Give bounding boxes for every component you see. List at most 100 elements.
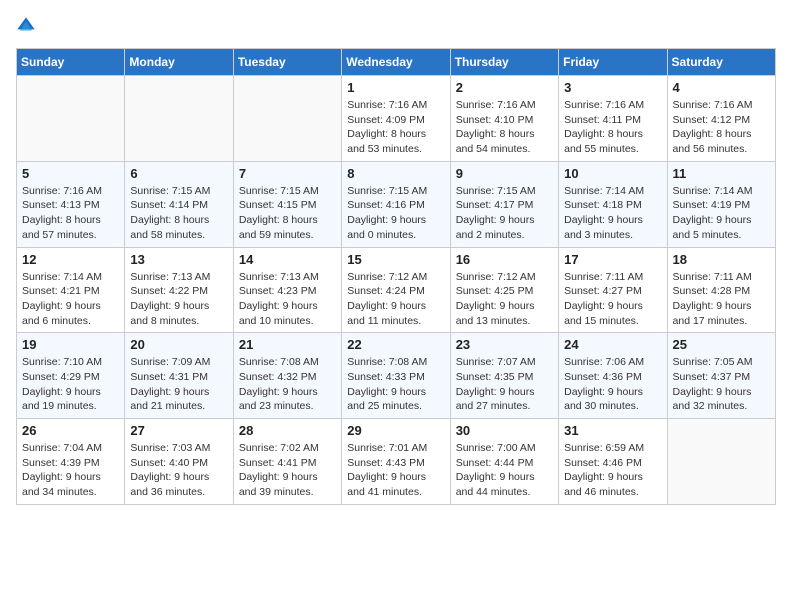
day-info: Sunrise: 7:14 AM Sunset: 4:19 PM Dayligh…	[673, 184, 770, 243]
calendar-weekday-tuesday: Tuesday	[233, 49, 341, 76]
day-number: 31	[564, 423, 661, 438]
calendar-cell	[125, 76, 233, 162]
calendar-cell: 13Sunrise: 7:13 AM Sunset: 4:22 PM Dayli…	[125, 247, 233, 333]
calendar-cell: 9 Sunrise: 7:15 AM Sunset: 4:17 PM Daylig…	[450, 161, 558, 247]
day-info: Sunrise: 7:11 AM Sunset: 4:27 PM Dayligh…	[564, 270, 661, 329]
day-number: 22	[347, 337, 444, 352]
day-info: Sunrise: 7:06 AM Sunset: 4:36 PM Dayligh…	[564, 355, 661, 414]
day-info: Sunrise: 7:12 AM Sunset: 4:24 PM Dayligh…	[347, 270, 444, 329]
calendar-week-row: 5 Sunrise: 7:16 AM Sunset: 4:13 PM Daylig…	[17, 161, 776, 247]
day-info: Sunrise: 7:00 AM Sunset: 4:44 PM Dayligh…	[456, 441, 553, 500]
calendar-week-row: 26 Sunrise: 7:04 AM Sunset: 4:39 PM Dayli…	[17, 419, 776, 505]
day-number: 26	[22, 423, 119, 438]
day-number: 25	[673, 337, 770, 352]
calendar-cell: 1 Sunrise: 7:16 AM Sunset: 4:09 PM Daylig…	[342, 76, 450, 162]
calendar-weekday-saturday: Saturday	[667, 49, 775, 76]
day-number: 4	[673, 80, 770, 95]
calendar-cell: 10 Sunrise: 7:14 AM Sunset: 4:18 PM Dayli…	[559, 161, 667, 247]
calendar-cell: 20 Sunrise: 7:09 AM Sunset: 4:31 PM Dayli…	[125, 333, 233, 419]
calendar-cell: 12Sunrise: 7:14 AM Sunset: 4:21 PM Dayli…	[17, 247, 125, 333]
calendar-cell: 21 Sunrise: 7:08 AM Sunset: 4:32 PM Dayli…	[233, 333, 341, 419]
day-number: 29	[347, 423, 444, 438]
calendar-cell	[667, 419, 775, 505]
calendar-cell: 8Sunrise: 7:15 AM Sunset: 4:16 PM Daylig…	[342, 161, 450, 247]
day-info: Sunrise: 7:03 AM Sunset: 4:40 PM Dayligh…	[130, 441, 227, 500]
calendar-week-row: 1 Sunrise: 7:16 AM Sunset: 4:09 PM Daylig…	[17, 76, 776, 162]
calendar-cell: 19 Sunrise: 7:10 AM Sunset: 4:29 PM Dayli…	[17, 333, 125, 419]
day-number: 7	[239, 166, 336, 181]
calendar-cell: 14 Sunrise: 7:13 AM Sunset: 4:23 PM Dayli…	[233, 247, 341, 333]
calendar-cell: 15 Sunrise: 7:12 AM Sunset: 4:24 PM Dayli…	[342, 247, 450, 333]
day-info: Sunrise: 7:05 AM Sunset: 4:37 PM Dayligh…	[673, 355, 770, 414]
calendar-weekday-sunday: Sunday	[17, 49, 125, 76]
day-info: Sunrise: 7:12 AM Sunset: 4:25 PM Dayligh…	[456, 270, 553, 329]
day-info: Sunrise: 7:07 AM Sunset: 4:35 PM Dayligh…	[456, 355, 553, 414]
calendar-cell: 2 Sunrise: 7:16 AM Sunset: 4:10 PM Daylig…	[450, 76, 558, 162]
calendar-cell: 31 Sunrise: 6:59 AM Sunset: 4:46 PM Dayli…	[559, 419, 667, 505]
day-number: 2	[456, 80, 553, 95]
logo-icon	[16, 16, 36, 36]
day-number: 17	[564, 252, 661, 267]
calendar-cell: 11 Sunrise: 7:14 AM Sunset: 4:19 PM Dayli…	[667, 161, 775, 247]
day-number: 1	[347, 80, 444, 95]
day-info: Sunrise: 6:59 AM Sunset: 4:46 PM Dayligh…	[564, 441, 661, 500]
day-number: 9	[456, 166, 553, 181]
page-header	[16, 16, 776, 36]
day-number: 13	[130, 252, 227, 267]
day-number: 21	[239, 337, 336, 352]
day-info: Sunrise: 7:15 AM Sunset: 4:16 PM Dayligh…	[347, 184, 444, 243]
day-info: Sunrise: 7:15 AM Sunset: 4:14 PM Dayligh…	[130, 184, 227, 243]
day-info: Sunrise: 7:16 AM Sunset: 4:11 PM Dayligh…	[564, 98, 661, 157]
day-number: 23	[456, 337, 553, 352]
calendar-cell: 4 Sunrise: 7:16 AM Sunset: 4:12 PM Daylig…	[667, 76, 775, 162]
logo	[16, 16, 40, 36]
day-number: 27	[130, 423, 227, 438]
day-number: 28	[239, 423, 336, 438]
calendar-cell: 30 Sunrise: 7:00 AM Sunset: 4:44 PM Dayli…	[450, 419, 558, 505]
day-info: Sunrise: 7:02 AM Sunset: 4:41 PM Dayligh…	[239, 441, 336, 500]
day-number: 20	[130, 337, 227, 352]
day-info: Sunrise: 7:10 AM Sunset: 4:29 PM Dayligh…	[22, 355, 119, 414]
day-info: Sunrise: 7:16 AM Sunset: 4:13 PM Dayligh…	[22, 184, 119, 243]
calendar-weekday-thursday: Thursday	[450, 49, 558, 76]
day-number: 3	[564, 80, 661, 95]
calendar-cell: 26 Sunrise: 7:04 AM Sunset: 4:39 PM Dayli…	[17, 419, 125, 505]
calendar-cell: 24Sunrise: 7:06 AM Sunset: 4:36 PM Dayli…	[559, 333, 667, 419]
day-info: Sunrise: 7:04 AM Sunset: 4:39 PM Dayligh…	[22, 441, 119, 500]
calendar-cell: 6 Sunrise: 7:15 AM Sunset: 4:14 PM Daylig…	[125, 161, 233, 247]
calendar-week-row: 12Sunrise: 7:14 AM Sunset: 4:21 PM Dayli…	[17, 247, 776, 333]
day-number: 11	[673, 166, 770, 181]
calendar-cell: 5 Sunrise: 7:16 AM Sunset: 4:13 PM Daylig…	[17, 161, 125, 247]
calendar-cell: 7 Sunrise: 7:15 AM Sunset: 4:15 PM Daylig…	[233, 161, 341, 247]
calendar-cell: 16 Sunrise: 7:12 AM Sunset: 4:25 PM Dayli…	[450, 247, 558, 333]
day-number: 16	[456, 252, 553, 267]
day-number: 10	[564, 166, 661, 181]
calendar-cell: 17 Sunrise: 7:11 AM Sunset: 4:27 PM Dayli…	[559, 247, 667, 333]
day-info: Sunrise: 7:15 AM Sunset: 4:17 PM Dayligh…	[456, 184, 553, 243]
day-info: Sunrise: 7:09 AM Sunset: 4:31 PM Dayligh…	[130, 355, 227, 414]
day-number: 18	[673, 252, 770, 267]
day-number: 5	[22, 166, 119, 181]
day-info: Sunrise: 7:15 AM Sunset: 4:15 PM Dayligh…	[239, 184, 336, 243]
day-info: Sunrise: 7:11 AM Sunset: 4:28 PM Dayligh…	[673, 270, 770, 329]
day-number: 6	[130, 166, 227, 181]
day-number: 15	[347, 252, 444, 267]
day-info: Sunrise: 7:16 AM Sunset: 4:09 PM Dayligh…	[347, 98, 444, 157]
day-info: Sunrise: 7:01 AM Sunset: 4:43 PM Dayligh…	[347, 441, 444, 500]
day-info: Sunrise: 7:08 AM Sunset: 4:33 PM Dayligh…	[347, 355, 444, 414]
day-info: Sunrise: 7:14 AM Sunset: 4:18 PM Dayligh…	[564, 184, 661, 243]
calendar-body: 1 Sunrise: 7:16 AM Sunset: 4:09 PM Daylig…	[17, 76, 776, 505]
day-info: Sunrise: 7:08 AM Sunset: 4:32 PM Dayligh…	[239, 355, 336, 414]
day-info: Sunrise: 7:14 AM Sunset: 4:21 PM Dayligh…	[22, 270, 119, 329]
calendar-cell: 22 Sunrise: 7:08 AM Sunset: 4:33 PM Dayli…	[342, 333, 450, 419]
day-number: 30	[456, 423, 553, 438]
day-info: Sunrise: 7:16 AM Sunset: 4:10 PM Dayligh…	[456, 98, 553, 157]
day-info: Sunrise: 7:16 AM Sunset: 4:12 PM Dayligh…	[673, 98, 770, 157]
calendar-weekday-monday: Monday	[125, 49, 233, 76]
calendar-table: SundayMondayTuesdayWednesdayThursdayFrid…	[16, 48, 776, 505]
calendar-weekday-wednesday: Wednesday	[342, 49, 450, 76]
day-number: 19	[22, 337, 119, 352]
calendar-cell: 18 Sunrise: 7:11 AM Sunset: 4:28 PM Dayli…	[667, 247, 775, 333]
day-info: Sunrise: 7:13 AM Sunset: 4:23 PM Dayligh…	[239, 270, 336, 329]
day-number: 14	[239, 252, 336, 267]
